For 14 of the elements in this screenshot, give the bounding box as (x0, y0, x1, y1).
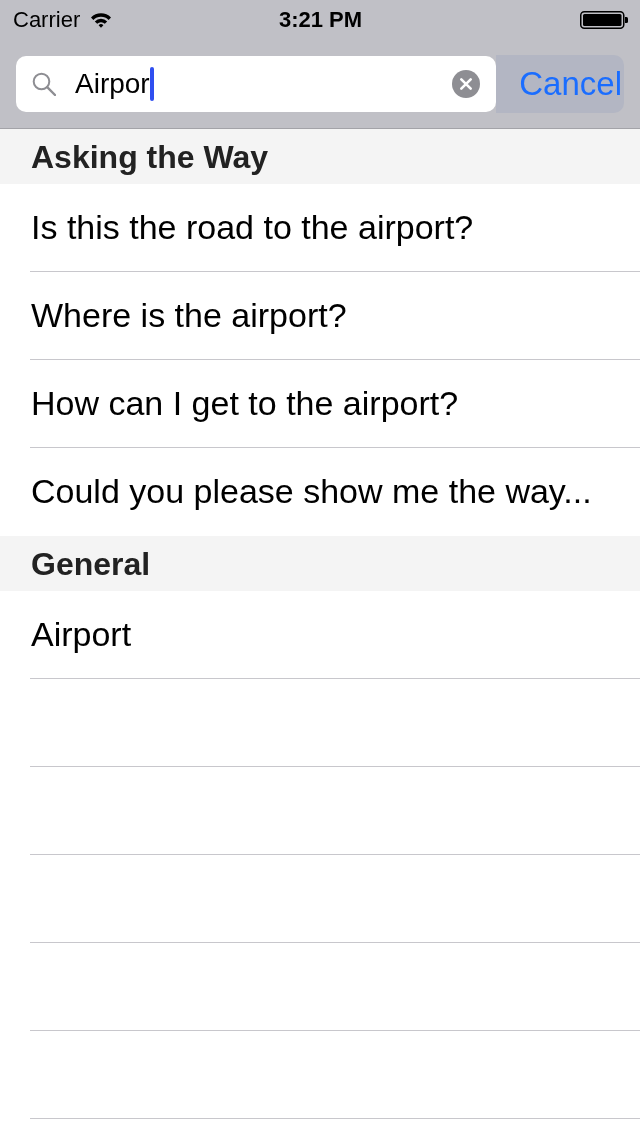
time-label: 3:21 PM (278, 7, 363, 33)
battery-icon (580, 11, 628, 29)
list-row[interactable]: Where is the airport? (30, 272, 640, 360)
list-row[interactable]: How can I get to the airport? (30, 360, 640, 448)
search-icon (32, 72, 56, 96)
wifi-icon (90, 12, 113, 28)
clear-icon[interactable] (452, 70, 480, 98)
list-row[interactable]: Could you please show me the way... (30, 448, 640, 536)
list-row[interactable]: Is this the road to the airport? (30, 184, 640, 272)
section-header: General (0, 536, 640, 591)
section-header: Asking the Way (0, 129, 640, 184)
search-field[interactable]: Airpor (16, 56, 496, 112)
carrier-label: Carrier (13, 7, 81, 33)
list-row[interactable]: Airport (30, 591, 640, 679)
